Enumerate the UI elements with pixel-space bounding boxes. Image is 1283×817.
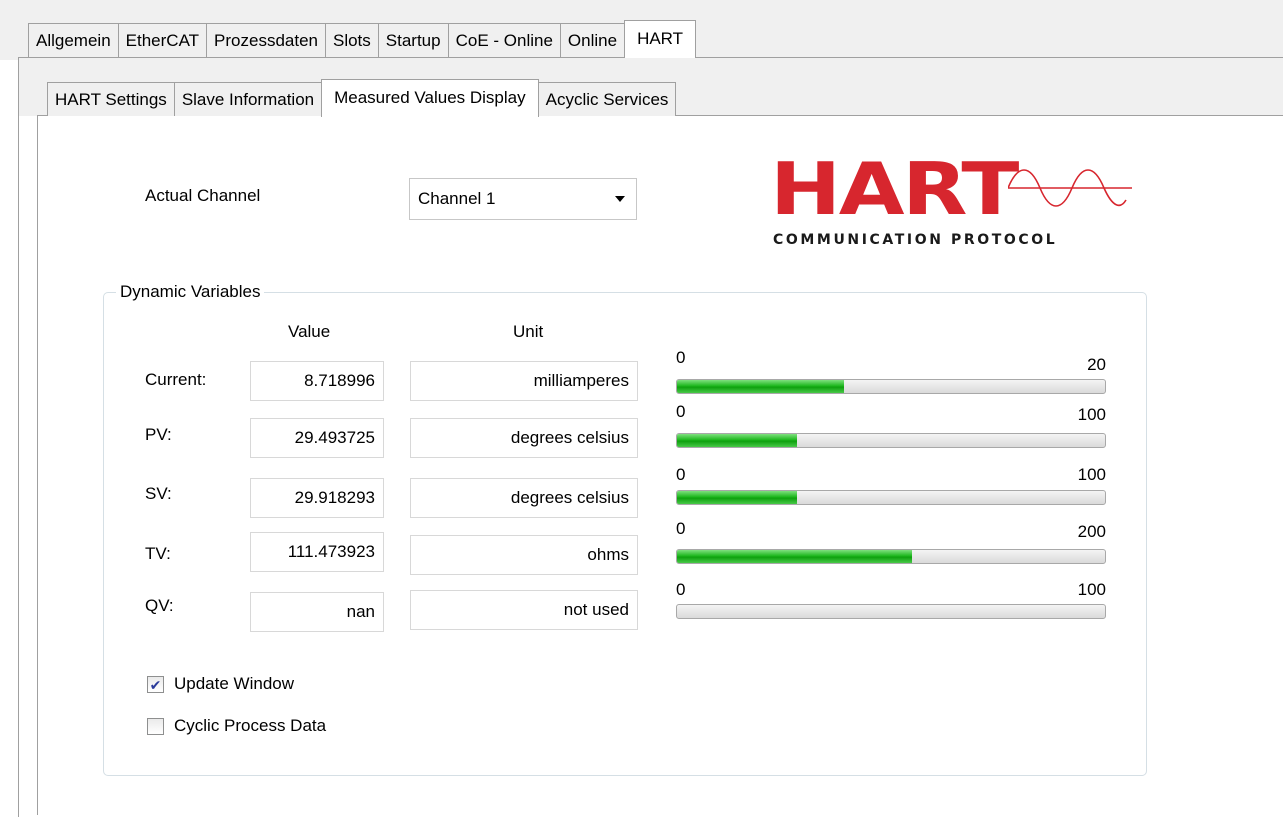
tv-label: TV:: [145, 544, 171, 563]
sv-unit-field[interactable]: degrees celsius: [410, 478, 638, 518]
tab-acyclic-services[interactable]: Acyclic Services: [537, 82, 677, 116]
hart-logo-wordmark: HART: [770, 147, 1019, 231]
tab-slots[interactable]: Slots: [324, 23, 379, 57]
tab-ethercat[interactable]: EtherCAT: [117, 23, 208, 57]
current-progress-fill: [677, 380, 844, 393]
main-tabs: Allgemein EtherCAT Prozessdaten Slots St…: [28, 20, 697, 58]
tab-measured-values-display[interactable]: Measured Values Display: [321, 79, 539, 117]
tab-hart-settings[interactable]: HART Settings: [47, 82, 175, 116]
qv-scale-min: 0: [676, 580, 686, 599]
qv-scale-max: 100: [1077, 580, 1106, 599]
channel-select[interactable]: Channel 1: [409, 178, 637, 220]
value-column-header: Value: [288, 322, 331, 341]
sub-tabs: HART Settings Slave Information Measured…: [47, 79, 677, 117]
sv-value-field[interactable]: 29.918293: [250, 478, 384, 518]
tv-scale-max: 200: [1077, 522, 1106, 541]
sv-label: SV:: [145, 484, 172, 503]
pv-progress-bar: [676, 433, 1106, 448]
tab-prozessdaten[interactable]: Prozessdaten: [206, 23, 326, 57]
tab-hart[interactable]: HART: [624, 20, 697, 58]
current-scale-max: 20: [1087, 355, 1106, 374]
pv-value-field[interactable]: 29.493725: [250, 418, 384, 458]
cyclic-process-data-label[interactable]: Cyclic Process Data: [174, 716, 326, 736]
sv-scale-min: 0: [676, 465, 686, 484]
sv-progress-fill: [677, 491, 797, 504]
pv-scale-max: 100: [1077, 405, 1106, 424]
update-window-checkbox[interactable]: ✔: [147, 676, 164, 693]
current-unit-field[interactable]: milliamperes: [410, 361, 638, 401]
tv-value-field[interactable]: 111.473923: [250, 532, 384, 572]
tab-startup[interactable]: Startup: [377, 23, 449, 57]
hart-wave-icon: [1008, 169, 1132, 207]
tab-online[interactable]: Online: [559, 23, 626, 57]
channel-select-value: Channel 1: [418, 189, 496, 208]
sv-progress-bar: [676, 490, 1106, 505]
dynamic-variables-title: Dynamic Variables: [116, 282, 265, 302]
checkmark-icon: ✔: [149, 676, 162, 693]
hart-logo-tagline: COMMUNICATION PROTOCOL: [773, 232, 1058, 248]
sv-scale-max: 100: [1077, 465, 1106, 484]
pv-unit-field[interactable]: degrees celsius: [410, 418, 638, 458]
tab-slave-information[interactable]: Slave Information: [173, 82, 323, 116]
update-window-label[interactable]: Update Window: [174, 674, 294, 694]
current-scale-min: 0: [676, 348, 686, 367]
qv-progress-bar: [676, 604, 1106, 619]
tv-progress-fill: [677, 550, 913, 563]
pv-scale-min: 0: [676, 402, 686, 421]
pv-progress-fill: [677, 434, 797, 447]
current-label: Current:: [145, 370, 207, 389]
tv-unit-field[interactable]: ohms: [410, 535, 638, 575]
unit-column-header: Unit: [513, 322, 544, 341]
pv-label: PV:: [145, 425, 172, 444]
qv-value-field[interactable]: nan: [250, 592, 384, 632]
tab-coe-online[interactable]: CoE - Online: [447, 23, 561, 57]
tab-allgemein[interactable]: Allgemein: [28, 23, 119, 57]
tv-progress-bar: [676, 549, 1106, 564]
cyclic-process-data-checkbox[interactable]: [147, 718, 164, 735]
current-progress-bar: [676, 379, 1106, 394]
current-value-field[interactable]: 8.718996: [250, 361, 384, 401]
qv-label: QV:: [145, 596, 174, 615]
chevron-down-icon: [615, 196, 625, 202]
actual-channel-label: Actual Channel: [145, 186, 261, 205]
tv-scale-min: 0: [676, 519, 686, 538]
qv-unit-field[interactable]: not used: [410, 590, 638, 630]
